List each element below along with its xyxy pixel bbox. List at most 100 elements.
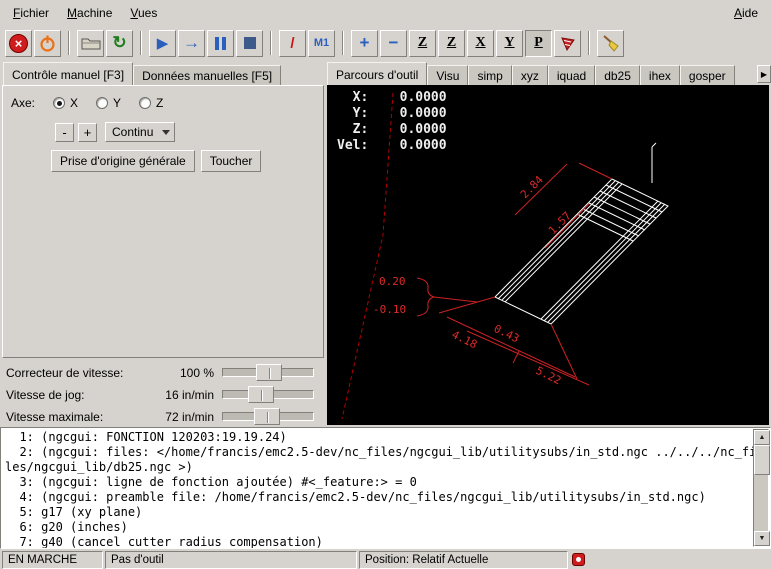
jog-minus-button[interactable]: -	[55, 123, 74, 142]
radio-axis-x[interactable]	[53, 97, 65, 109]
dim-depth-top-label: 0.20	[379, 275, 406, 288]
slider-handle[interactable]	[256, 364, 282, 381]
max-velocity-slider[interactable]	[222, 408, 314, 425]
menu-machine[interactable]: Machine	[58, 2, 121, 24]
broom-icon	[601, 33, 621, 53]
scroll-down-icon: ▼	[759, 535, 766, 542]
toolbar-separator	[68, 31, 70, 55]
estop-icon: ×	[9, 34, 28, 53]
menu-aide[interactable]: Aide	[725, 2, 767, 24]
machine-power-button[interactable]	[34, 30, 61, 57]
view-front-icon: Y	[504, 35, 514, 51]
stop-button[interactable]	[236, 30, 263, 57]
axis-z-option[interactable]: Z	[139, 96, 163, 110]
view-side-icon: X	[475, 35, 485, 51]
view-side-button[interactable]: X	[467, 30, 494, 57]
jog-speed-slider[interactable]	[222, 386, 314, 403]
touch-off-button[interactable]: Toucher	[201, 150, 262, 172]
tab-db25[interactable]: db25	[595, 65, 640, 85]
run-icon: ▶	[157, 34, 169, 52]
tab-scroll-right-button[interactable]: ▶	[757, 65, 771, 83]
feed-override-row: Correcteur de vitesse: 100 %	[2, 362, 324, 383]
toolbar: × ↻ ▶ → / M1 + − Z	[0, 26, 771, 60]
gcode-listing[interactable]: 1: (ngcgui: FONCTION 120203:19.19.24) 2:…	[0, 427, 771, 549]
feed-override-slider[interactable]	[222, 364, 314, 381]
gcode-line: 5: g17 (xy plane)	[5, 505, 750, 520]
gcode-line: 4: (ngcgui: preamble file: /home/francis…	[5, 490, 750, 505]
dro-readout: X: 0.0000 Y: 0.0000 Z: 0.0000 Vel: 0.000…	[337, 90, 447, 154]
tab-visu[interactable]: Visu	[427, 65, 468, 85]
gcode-line: 7: g40 (cancel cutter radius compensatio…	[5, 535, 750, 549]
menu-vues[interactable]: Vues	[121, 2, 166, 24]
dim-length2-label: 0.43	[492, 322, 522, 345]
feed-override-label: Correcteur de vitesse:	[6, 366, 134, 380]
block-delete-icon: /	[290, 35, 294, 52]
scrollbar-thumb[interactable]	[754, 445, 770, 475]
radio-axis-z[interactable]	[139, 97, 151, 109]
view-top-button[interactable]: Z	[409, 30, 436, 57]
jog-speed-value: 16 in/min	[134, 388, 222, 402]
rotate-view-button[interactable]	[554, 30, 581, 57]
step-button[interactable]: →	[178, 30, 205, 57]
jog-increment-value: Continu	[112, 125, 153, 139]
jog-increment-dropdown[interactable]: Continu	[105, 122, 175, 142]
estop-button[interactable]: ×	[5, 30, 32, 57]
reload-button[interactable]: ↻	[106, 30, 133, 57]
gcode-line: 3: (ngcgui: ligne de fonction ajoutée) #…	[5, 475, 750, 490]
optional-stop-icon: M1	[314, 37, 329, 49]
axis-y-option[interactable]: Y	[96, 96, 121, 110]
slider-handle[interactable]	[248, 386, 274, 403]
block-delete-button[interactable]: /	[279, 30, 306, 57]
tab-iquad[interactable]: iquad	[548, 65, 595, 85]
optional-stop-button[interactable]: M1	[308, 30, 335, 57]
zoom-in-button[interactable]: +	[351, 30, 378, 57]
view-rotated-top-button[interactable]: Z	[438, 30, 465, 57]
gcode-line: 6: g20 (inches)	[5, 520, 750, 535]
axis-z-label: Z	[156, 96, 163, 110]
view-front-button[interactable]: Y	[496, 30, 523, 57]
folder-icon	[81, 35, 101, 51]
axis-y-label: Y	[113, 96, 121, 110]
manual-control-panel: Axe: X Y Z - + Continu Prise d'origine g…	[2, 85, 324, 358]
toolbar-separator	[270, 31, 272, 55]
run-button[interactable]: ▶	[149, 30, 176, 57]
tab-manual-control[interactable]: Contrôle manuel [F3]	[3, 62, 133, 85]
toolpath-preview-canvas[interactable]: 2.84 1.57 0.20 -0.10 4.18 0.43 5.22 X: 0…	[327, 85, 769, 425]
clear-plot-button[interactable]	[597, 30, 624, 57]
zoom-out-button[interactable]: −	[380, 30, 407, 57]
slider-handle[interactable]	[254, 408, 280, 425]
gcode-text: 1: (ngcgui: FONCTION 120203:19.19.24) 2:…	[5, 430, 750, 549]
jog-plus-button[interactable]: +	[78, 123, 97, 142]
step-icon: →	[183, 33, 200, 53]
pause-button[interactable]	[207, 30, 234, 57]
scrollbar-down-button[interactable]: ▼	[754, 531, 770, 546]
tab-gosper[interactable]: gosper	[680, 65, 735, 85]
jog-speed-row: Vitesse de jog: 16 in/min	[2, 384, 324, 405]
gcode-line: les/ngcgui_lib/db25.ngc >)	[5, 460, 750, 475]
tab-mdi[interactable]: Données manuelles [F5]	[133, 65, 281, 85]
tool-status: Pas d'outil	[105, 551, 357, 569]
radio-axis-y[interactable]	[96, 97, 108, 109]
toolbar-separator	[140, 31, 142, 55]
scroll-up-icon: ▲	[759, 434, 766, 441]
tab-toolpath[interactable]: Parcours d'outil	[327, 62, 427, 85]
gcode-scrollbar[interactable]: ▲ ▼	[753, 429, 769, 547]
view-perspective-button[interactable]: P	[525, 30, 552, 57]
dro-z: Z: 0.0000	[337, 122, 447, 138]
open-file-button[interactable]	[77, 30, 104, 57]
toolbar-separator	[588, 31, 590, 55]
tab-xyz[interactable]: xyz	[512, 65, 548, 85]
max-velocity-label: Vitesse maximale:	[6, 410, 134, 424]
dim-length1-label: 4.18	[450, 328, 480, 351]
jog-speed-label: Vitesse de jog:	[6, 388, 134, 402]
jog-row: - + Continu	[55, 122, 175, 142]
tab-simp[interactable]: simp	[468, 65, 511, 85]
axis-label: Axe:	[11, 96, 35, 110]
scrollbar-up-button[interactable]: ▲	[754, 430, 770, 445]
axis-x-option[interactable]: X	[53, 96, 78, 110]
dim-length3-label: 5.22	[534, 364, 564, 387]
status-alert-icon	[572, 553, 585, 566]
tab-ihex[interactable]: ihex	[640, 65, 680, 85]
menu-fichier[interactable]: Fichier	[4, 2, 58, 24]
home-all-button[interactable]: Prise d'origine générale	[51, 150, 195, 172]
